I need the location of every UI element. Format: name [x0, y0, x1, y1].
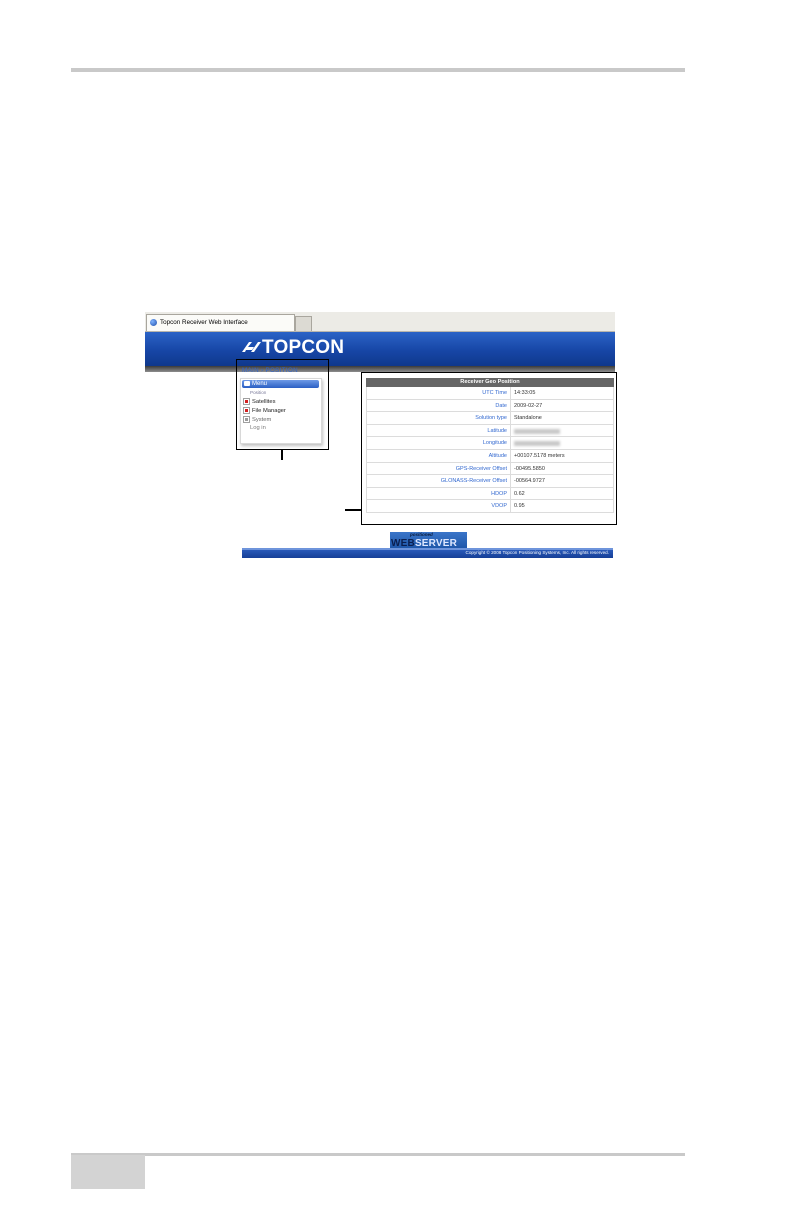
- browser-tab-bar: Topcon Receiver Web Interface: [145, 312, 615, 332]
- callout-box-menu: [236, 359, 329, 450]
- new-tab-button[interactable]: [295, 316, 312, 331]
- footer-stripe: [242, 548, 613, 550]
- browser-tab-title: Topcon Receiver Web Interface: [160, 319, 248, 326]
- browser-favicon-icon: [150, 318, 157, 326]
- webserver-logo-positioned: positioned: [410, 532, 433, 537]
- topcon-logo-icon: [242, 342, 261, 352]
- callout-leader-menu: [281, 449, 283, 460]
- callout-box-position: [361, 372, 617, 525]
- callout-leader-position: [345, 509, 361, 511]
- footer-rule: [71, 1153, 685, 1156]
- header-rule: [71, 68, 685, 72]
- webserver-logo: positioned WEBSERVER: [390, 532, 467, 549]
- browser-tab[interactable]: Topcon Receiver Web Interface: [146, 314, 295, 331]
- topcon-logo-text: TOPCON: [262, 337, 345, 358]
- topcon-banner: [145, 332, 615, 366]
- page-number-tab: [71, 1155, 145, 1189]
- copyright-text: Copyright © 2008 Topcon Positioning Syst…: [465, 550, 609, 555]
